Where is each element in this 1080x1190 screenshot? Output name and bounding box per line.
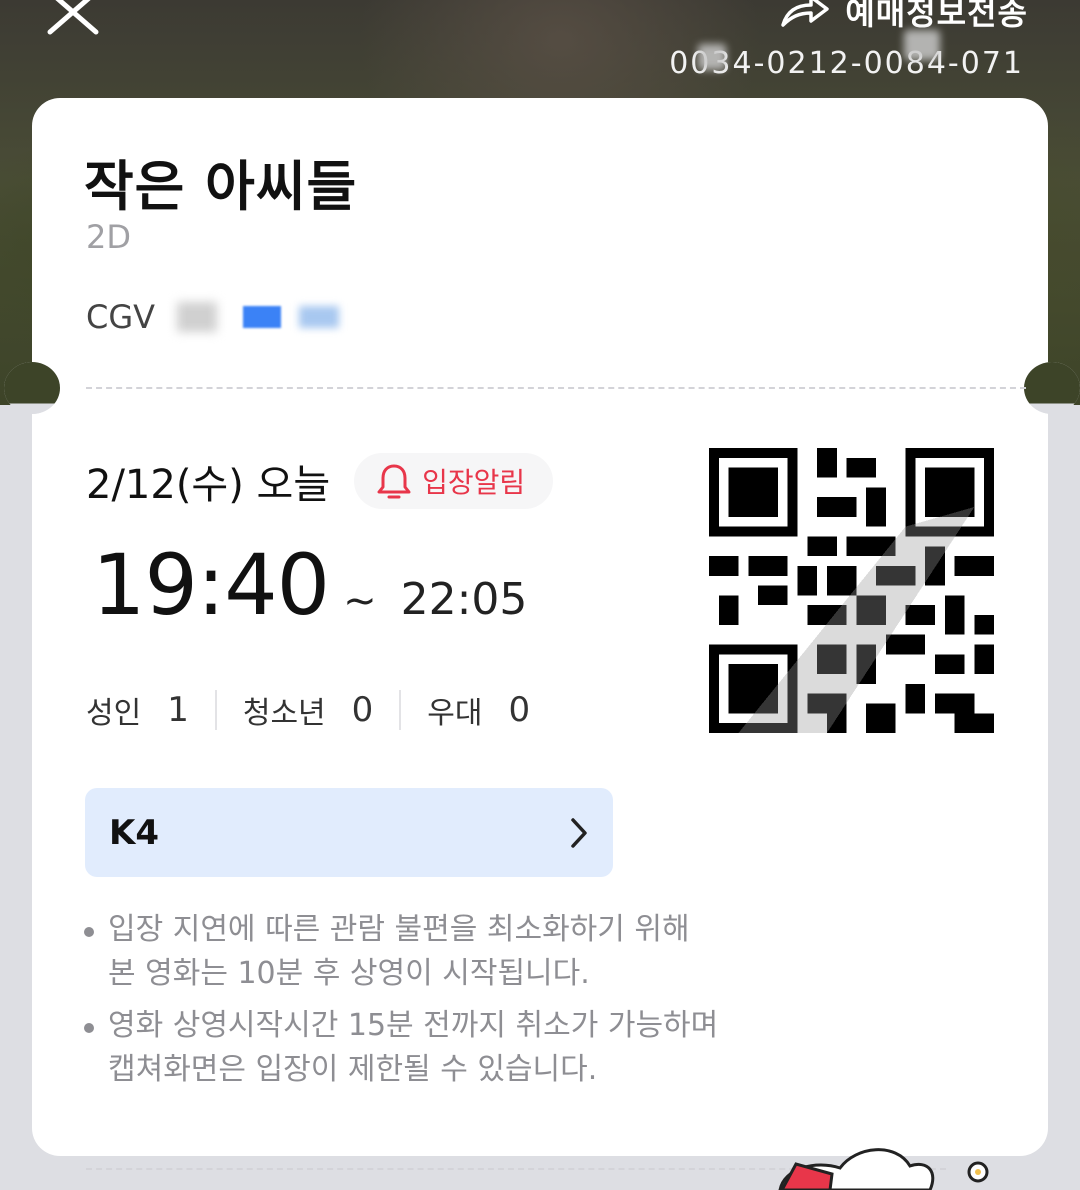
show-date: 2/12(수) 오늘 [86, 462, 331, 508]
count-value: 0 [351, 690, 374, 730]
count-label: 우대 [427, 696, 483, 731]
movie-title: 작은 아씨들 [84, 155, 358, 218]
note-line: 캡쳐화면은 입장이 제한될 수 있습니다. [108, 1052, 598, 1087]
note-item: 영화 상영시작시간 15분 전까지 취소가 가능하며 캡쳐화면은 입장이 제한될… [84, 1004, 764, 1092]
share-arrow-icon [781, 0, 830, 27]
end-time: 22:05 [400, 574, 528, 625]
popcorn-mascot-image [778, 1148, 989, 1190]
note-item: 입장 지연에 따른 관람 불편을 최소화하기 위해 본 영화는 10분 후 상영… [84, 908, 764, 996]
count-divider [399, 690, 402, 730]
count-adult: 성인 1 [86, 688, 189, 732]
share-label: 예매정보전송 [845, 0, 1028, 32]
show-date-row: 2/12(수) 오늘 입장알림 [86, 452, 554, 510]
share-booking-button[interactable]: 예매정보전송 [779, 0, 1028, 36]
count-value: 1 [167, 690, 189, 730]
note-line: 입장 지연에 따른 관람 불편을 최소화하기 위해 [108, 912, 690, 947]
movie-format: 2D [86, 218, 131, 256]
entry-alert-label: 입장알림 [422, 466, 526, 499]
ticket-divider [86, 387, 1026, 389]
close-icon [47, 0, 99, 35]
show-time-row: 19:40 ~ 22:05 [92, 536, 527, 634]
chevron-right-icon [571, 817, 587, 848]
time-separator: ~ [343, 578, 377, 624]
entry-alert-button[interactable]: 입장알림 [354, 453, 554, 509]
theater-prefix: CGV [86, 298, 156, 336]
redaction-blur [299, 306, 340, 328]
ticket-notch-right [1024, 362, 1080, 414]
redaction-blur [904, 30, 940, 60]
redaction-blur [698, 44, 726, 70]
count-value: 0 [508, 690, 531, 730]
ticket-notch-left [4, 362, 60, 414]
seat-label: K4 [109, 812, 160, 853]
theater-name: CGV [86, 298, 340, 336]
start-time: 19:40 [92, 536, 330, 634]
audience-counts: 성인 1 청소년 0 우대 0 [86, 688, 530, 732]
count-preferential: 우대 0 [427, 688, 530, 732]
note-line: 영화 상영시작시간 15분 전까지 취소가 가능하며 [108, 1008, 719, 1043]
count-youth: 청소년 0 [243, 688, 373, 732]
redaction-blur [177, 302, 218, 332]
close-button[interactable] [40, 0, 110, 42]
ticket-notes: 입장 지연에 따른 관람 불편을 최소화하기 위해 본 영화는 10분 후 상영… [84, 908, 764, 1100]
count-label: 성인 [86, 696, 142, 731]
redaction-blur [243, 306, 282, 328]
top-bar: 예매정보전송 0034-0212-0084-071 [0, 0, 1080, 96]
bell-icon [377, 464, 411, 499]
seat-info-button[interactable]: K4 [85, 788, 613, 877]
qr-code [709, 448, 994, 733]
note-line: 본 영화는 10분 후 상영이 시작됩니다. [108, 956, 590, 991]
count-divider [214, 690, 217, 730]
count-label: 청소년 [242, 696, 326, 731]
